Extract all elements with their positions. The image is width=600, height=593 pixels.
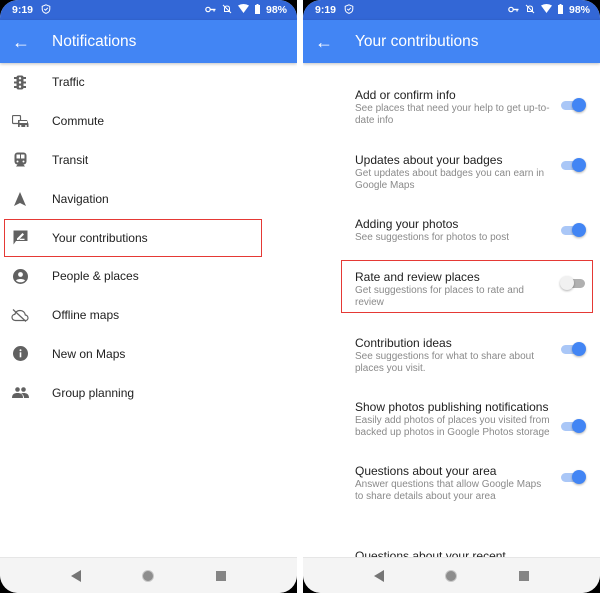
- menu-item-group-planning[interactable]: Group planning: [0, 373, 297, 412]
- wifi-icon: [237, 4, 249, 16]
- menu-item-your-contributions[interactable]: Your contributions: [0, 218, 297, 257]
- setting-rate-review: Rate and review places Get suggestions f…: [303, 270, 600, 309]
- menu-item-label: Transit: [52, 152, 89, 167]
- navigation-arrow-icon: [0, 191, 52, 206]
- setting-adding-photos: Adding your photos See suggestions for p…: [303, 217, 600, 244]
- menu-item-people-places[interactable]: People & places: [0, 257, 297, 296]
- setting-subtitle: See suggestions for what to share about …: [355, 351, 535, 374]
- status-time: 9:19: [315, 4, 337, 16]
- right-phone: 9:19 98% ← Your contributions Add or con…: [303, 0, 600, 593]
- nav-home-icon[interactable]: [142, 569, 155, 582]
- account-circle-icon: [0, 268, 52, 284]
- setting-badges: Updates about your badges Get updates ab…: [303, 153, 600, 192]
- setting-subtitle: See suggestions for photos to post: [355, 232, 509, 243]
- people-icon: [0, 387, 52, 399]
- back-button[interactable]: ←: [0, 33, 44, 51]
- status-bar: 9:19 98%: [303, 0, 600, 20]
- vpn-key-icon: [205, 4, 216, 16]
- train-icon: [0, 152, 52, 167]
- setting-subtitle: Get suggestions for places to rate and r…: [355, 285, 524, 308]
- toggle-add-confirm-info[interactable]: [560, 98, 586, 112]
- vpn-key-icon: [508, 4, 519, 16]
- battery-icon: [254, 3, 260, 17]
- nav-home-icon[interactable]: [445, 569, 458, 582]
- battery-icon: [557, 3, 563, 17]
- traffic-light-icon: [0, 75, 52, 90]
- battery-percent: 98%: [265, 4, 287, 16]
- app-bar: ← Your contributions: [303, 20, 600, 63]
- left-phone: 9:19 98% ← Notifications Traffic Commute…: [0, 0, 297, 593]
- nav-back-icon[interactable]: [373, 569, 384, 582]
- setting-questions-area: Questions about your area Answer questio…: [303, 464, 600, 503]
- back-button[interactable]: ←: [303, 33, 347, 51]
- menu-item-label: Offline maps: [52, 308, 120, 323]
- setting-contribution-ideas: Contribution ideas See suggestions for w…: [303, 336, 600, 375]
- menu-item-label: People & places: [52, 269, 139, 284]
- arrow-back-icon: ←: [12, 31, 30, 52]
- menu-item-label: Traffic: [52, 75, 85, 90]
- setting-subtitle: Get updates about badges you can earn in…: [355, 168, 545, 191]
- app-bar: ← Notifications: [0, 20, 297, 63]
- nav-recents-icon[interactable]: [216, 570, 227, 581]
- menu-item-label: Navigation: [52, 191, 109, 206]
- toggle-questions-area[interactable]: [560, 470, 586, 484]
- setting-subtitle: See places that need your help to get up…: [355, 103, 550, 126]
- page-title: Your contributions: [355, 32, 479, 50]
- toggle-contribution-ideas[interactable]: [560, 342, 586, 356]
- setting-title: Adding your photos: [355, 217, 459, 231]
- menu-item-label: New on Maps: [52, 346, 126, 361]
- setting-title: Add or confirm info: [355, 88, 456, 102]
- setting-title: Contribution ideas: [355, 336, 452, 350]
- setting-subtitle: Answer questions that allow Google Maps …: [355, 479, 542, 502]
- toggle-badges[interactable]: [560, 158, 586, 172]
- page-title: Notifications: [52, 32, 137, 50]
- setting-add-confirm-info: Add or confirm info See places that need…: [303, 88, 600, 127]
- shield-icon: [344, 3, 354, 17]
- shield-icon: [41, 3, 51, 17]
- toggle-photos-publishing[interactable]: [560, 419, 586, 433]
- menu-item-commute[interactable]: Commute: [0, 102, 297, 141]
- setting-subtitle: Easily add photos of places you visited …: [355, 415, 550, 438]
- menu-item-navigation[interactable]: Navigation: [0, 179, 297, 218]
- notifications-off-icon: [222, 4, 232, 17]
- commute-icon: [0, 114, 52, 128]
- system-nav-bar: [0, 557, 297, 593]
- arrow-back-icon: ←: [315, 31, 333, 52]
- notifications-off-icon: [525, 4, 535, 17]
- menu-item-transit[interactable]: Transit: [0, 141, 297, 180]
- info-icon: [0, 346, 52, 362]
- status-bar: 9:19 98%: [0, 0, 297, 20]
- setting-title: Show photos publishing notifications: [355, 400, 549, 414]
- toggle-rate-review[interactable]: [560, 276, 586, 290]
- menu-item-offline-maps[interactable]: Offline maps: [0, 296, 297, 335]
- rate-review-icon: [0, 230, 52, 245]
- menu-item-label: Your contributions: [52, 230, 148, 245]
- system-nav-bar: [303, 557, 600, 593]
- notifications-screen: 9:19 98% ← Notifications Traffic Commute…: [0, 0, 297, 593]
- menu-item-label: Group planning: [52, 385, 135, 400]
- menu-item-new-on-maps[interactable]: New on Maps: [0, 335, 297, 374]
- status-time: 9:19: [12, 4, 34, 16]
- contributions-screen: 9:19 98% ← Your contributions Add or con…: [303, 0, 600, 593]
- setting-title: Questions about your area: [355, 464, 497, 478]
- wifi-icon: [540, 4, 552, 16]
- menu-item-label: Commute: [52, 114, 105, 129]
- menu-item-traffic[interactable]: Traffic: [0, 63, 297, 102]
- notifications-menu: Traffic Commute Transit Navigation Your …: [0, 63, 297, 412]
- toggle-adding-photos[interactable]: [560, 223, 586, 237]
- nav-back-icon[interactable]: [70, 569, 81, 582]
- setting-photos-publishing: Show photos publishing notifications Eas…: [303, 400, 600, 439]
- setting-title: Rate and review places: [355, 270, 480, 284]
- battery-percent: 98%: [568, 4, 590, 16]
- setting-title: Updates about your badges: [355, 153, 503, 167]
- nav-recents-icon[interactable]: [519, 570, 530, 581]
- cloud-off-icon: [0, 308, 52, 322]
